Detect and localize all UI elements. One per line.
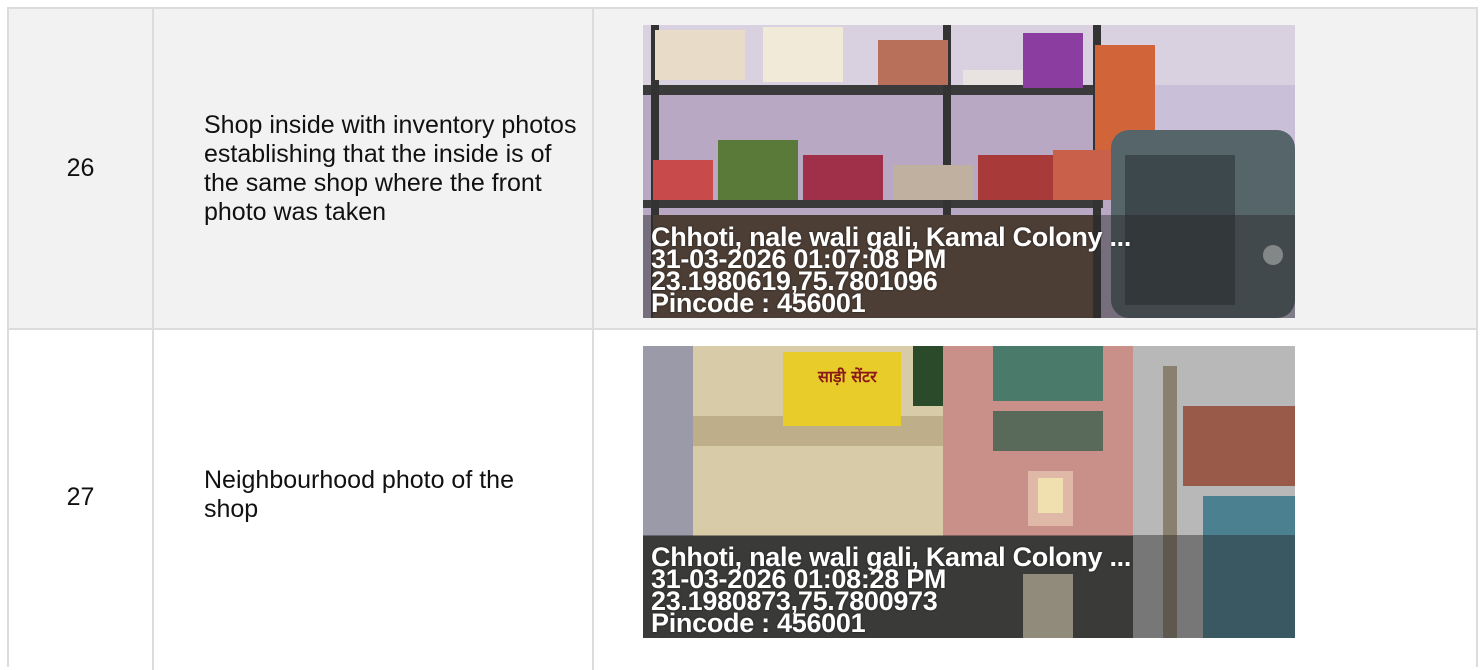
geo-stamp: Chhoti, nale wali gali, Kamal Colony ...… bbox=[651, 224, 1131, 317]
neighbourhood-photo: साड़ी सेंटर Chhoti, nale wali gali, Kama… bbox=[643, 346, 1295, 638]
evidence-table: 26 Shop inside with inventory photos est… bbox=[7, 7, 1478, 670]
description-cell: Shop inside with inventory photos establ… bbox=[154, 9, 594, 328]
row-number: 26 bbox=[66, 154, 95, 182]
row-description: Neighbourhood photo of the shop bbox=[204, 466, 514, 523]
row-number: 27 bbox=[66, 483, 95, 511]
row-number-cell: 26 bbox=[9, 9, 154, 328]
table-row: 26 Shop inside with inventory photos est… bbox=[9, 9, 1476, 330]
row-description: Shop inside with inventory photos establ… bbox=[204, 110, 577, 226]
photo-cell: Chhoti, nale wali gali, Kamal Colony ...… bbox=[594, 9, 1476, 328]
shop-sign-text: साड़ी सेंटर bbox=[817, 367, 878, 386]
row-number-cell: 27 bbox=[9, 330, 154, 670]
shop-interior-photo: Chhoti, nale wali gali, Kamal Colony ...… bbox=[643, 25, 1295, 318]
description-cell: Neighbourhood photo of the shop bbox=[154, 330, 594, 670]
geo-stamp: Chhoti, nale wali gali, Kamal Colony ...… bbox=[651, 544, 1131, 637]
table-row: 27 Neighbourhood photo of the shop साड़ी… bbox=[9, 330, 1476, 670]
photo-cell: साड़ी सेंटर Chhoti, nale wali gali, Kama… bbox=[594, 330, 1476, 670]
